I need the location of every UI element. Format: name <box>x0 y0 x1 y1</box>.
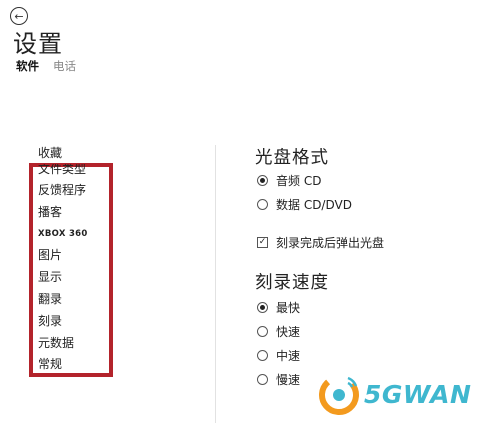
sidebar-item-pictures[interactable]: 图片 <box>38 245 118 267</box>
sidebar-item-display[interactable]: 显示 <box>38 267 118 289</box>
radio-selected-icon <box>257 175 268 186</box>
sidebar-item-general[interactable]: 常规 <box>38 354 118 376</box>
sidebar-item-podcasts[interactable]: 播客 <box>38 202 118 224</box>
radio-unselected-icon <box>257 199 268 210</box>
tab-software[interactable]: 软件 <box>16 58 39 74</box>
radio-label: 快速 <box>276 325 301 339</box>
watermark-logo-icon <box>319 375 359 415</box>
radio-fast[interactable]: 快速 <box>257 323 300 340</box>
radio-unselected-icon <box>257 350 268 361</box>
sidebar-item-feedback[interactable]: 反馈程序 <box>38 180 118 202</box>
page-title: 设置 <box>13 30 63 58</box>
disc-format-title: 光盘格式 <box>255 148 329 168</box>
burn-speed-title: 刻录速度 <box>255 273 329 293</box>
radio-label: 数据 CD/DVD <box>276 198 352 212</box>
radio-label: 最快 <box>276 301 301 315</box>
radio-audio-cd[interactable]: 音频 CD <box>257 172 321 189</box>
sidebar-item-burn[interactable]: 刻录 <box>38 311 118 333</box>
checkbox-label: 刻录完成后弹出光盘 <box>276 236 385 250</box>
sidebar-item-file-types[interactable]: 文件类型 <box>38 164 118 180</box>
back-arrow-icon: ← <box>14 9 24 23</box>
radio-label: 音频 CD <box>276 174 322 188</box>
watermark: 5GWAN <box>318 372 471 416</box>
radio-medium[interactable]: 中速 <box>257 347 300 364</box>
radio-label: 慢速 <box>276 373 301 387</box>
radio-label: 中速 <box>276 349 301 363</box>
back-button[interactable]: ← <box>10 7 28 25</box>
eject-after-burn-checkbox[interactable]: ✓ 刻录完成后弹出光盘 <box>257 234 384 251</box>
sidebar-item-metadata[interactable]: 元数据 <box>38 333 118 355</box>
sidebar-item-xbox[interactable]: XBOX 360 <box>38 224 118 246</box>
tab-phone[interactable]: 电话 <box>53 58 76 74</box>
radio-unselected-icon <box>257 326 268 337</box>
sidebar-item-rip[interactable]: 翻录 <box>38 289 118 311</box>
radio-unselected-icon <box>257 374 268 385</box>
divider <box>215 145 216 423</box>
radio-selected-icon <box>257 302 268 313</box>
radio-slow[interactable]: 慢速 <box>257 371 300 388</box>
watermark-text: 5GWAN <box>364 379 472 409</box>
checkmark-icon: ✓ <box>257 237 268 248</box>
tab-bar: 软件 电话 <box>16 58 76 74</box>
radio-fastest[interactable]: 最快 <box>257 299 300 316</box>
sidebar-list: 文件类型 反馈程序 播客 XBOX 360 图片 显示 翻录 刻录 元数据 常规 <box>38 164 118 376</box>
radio-data-cd-dvd[interactable]: 数据 CD/DVD <box>257 196 352 213</box>
sidebar-item-favorites[interactable]: 收藏 <box>38 144 62 161</box>
